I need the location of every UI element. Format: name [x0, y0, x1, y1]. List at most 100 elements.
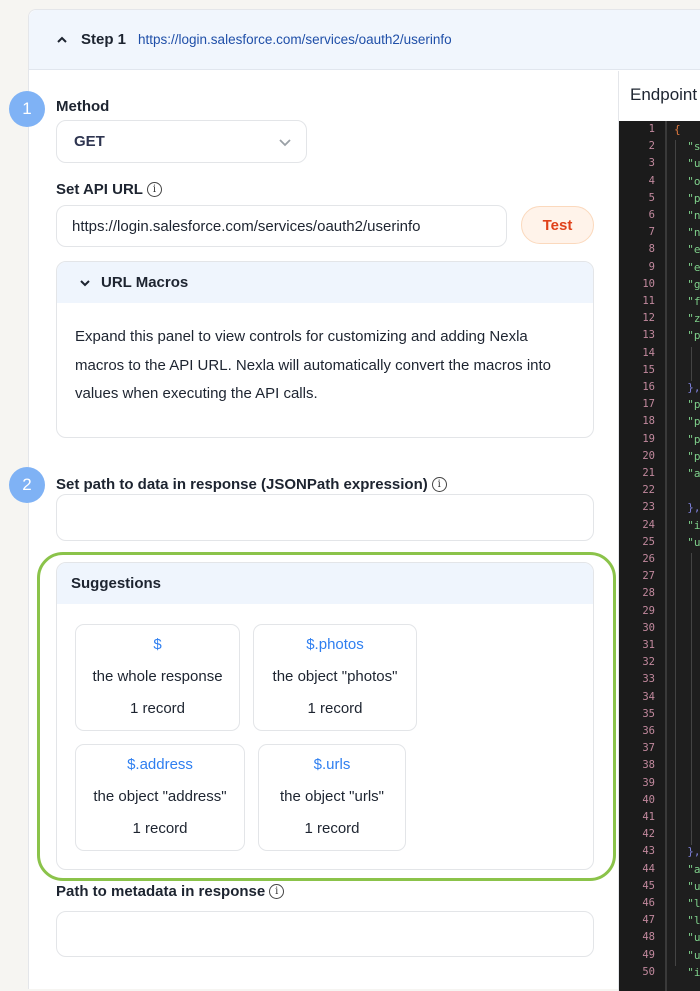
line-number: 15	[642, 363, 655, 376]
code-line: "u	[674, 879, 700, 893]
metadata-path-label-text: Path to metadata in response	[56, 883, 266, 900]
test-button[interactable]: Test	[521, 206, 594, 244]
code-line: "	[674, 777, 700, 790]
line-number: 27	[642, 570, 655, 583]
endpoint-panel: Endpoint 1 2 3 4 5 6 7 8 9 10 11 12 13 14 15 16 17 18 19 20…	[618, 71, 700, 991]
api-url-label: Set API URL i	[56, 181, 162, 198]
line-number: 18	[642, 415, 655, 428]
response-code-editor[interactable]: 1 2 3 4 5 6 7 8 9 10 11 12 13 14 15 16 17 18 19 20 21 22 23 24 2…	[619, 121, 700, 991]
code-line: "u	[674, 931, 700, 945]
code-line: "	[674, 622, 700, 635]
step-panel: Step 1 https://login.salesforce.com/serv…	[9, 9, 700, 991]
suggestion-path: $.urls	[313, 756, 351, 773]
code-line: "	[674, 725, 700, 738]
code-line: "u	[674, 157, 700, 171]
line-number: 37	[642, 742, 655, 755]
step-number-badge: 2	[9, 467, 45, 503]
suggestions-title: Suggestions	[57, 563, 593, 604]
code-line: "p	[674, 449, 700, 463]
line-number: 28	[642, 587, 655, 600]
code-line: "l	[674, 914, 700, 928]
line-number: 19	[642, 432, 655, 445]
code-line: "	[674, 708, 700, 721]
code-line: "p	[674, 329, 700, 343]
code-line: "	[674, 587, 700, 600]
line-number: 34	[642, 690, 655, 703]
metadata-path-input[interactable]	[56, 911, 594, 957]
code-line: "	[674, 639, 700, 652]
line-number: 5	[648, 191, 655, 204]
line-number: 14	[642, 346, 655, 359]
line-number: 22	[642, 484, 655, 497]
api-url-input[interactable]: https://login.salesforce.com/services/oa…	[56, 205, 507, 247]
suggestion-records: 1 record	[129, 700, 186, 717]
line-number: 40	[642, 793, 655, 806]
indent-guide	[675, 140, 676, 966]
line-number: 20	[642, 449, 655, 462]
method-label: Method	[56, 98, 110, 115]
code-line: "o	[674, 174, 700, 188]
info-icon[interactable]: i	[269, 884, 285, 899]
suggestion-card[interactable]: $.photos the object "photos" 1 record	[253, 624, 417, 731]
chevron-up-icon[interactable]	[55, 33, 69, 47]
code-line: "z	[674, 312, 700, 326]
url-macros-description: Expand this panel to view controls for c…	[75, 328, 552, 402]
line-number: 49	[642, 948, 655, 961]
code-line: "	[674, 691, 700, 704]
suggestion-card[interactable]: $ the whole response 1 record	[75, 624, 240, 731]
line-number: 35	[642, 707, 655, 720]
code-line: "u	[674, 535, 700, 549]
line-number: 41	[642, 811, 655, 823]
line-number: 26	[642, 553, 655, 565]
line-number: 42	[642, 828, 655, 841]
chevron-down-icon	[279, 139, 291, 147]
step-title: Step 1	[81, 31, 127, 48]
metadata-path-label: Path to metadata in response i	[56, 883, 285, 900]
code-line: {	[674, 123, 681, 136]
suggestions-panel: Suggestions $ the whole response 1 recor…	[56, 562, 594, 870]
line-number: 9	[648, 260, 655, 273]
suggestion-card[interactable]: $.address the object "address" 1 record	[75, 744, 245, 851]
code-line: "	[674, 794, 700, 807]
line-number: 12	[642, 312, 655, 325]
line-number: 11	[642, 295, 655, 307]
info-icon[interactable]: i	[431, 477, 447, 492]
chevron-down-icon	[80, 279, 90, 286]
suggestion-description: the object "address"	[93, 788, 227, 805]
line-number: 2	[648, 140, 655, 153]
line-number: 3	[648, 157, 655, 170]
method-value: GET	[74, 133, 105, 150]
line-number: 25	[642, 535, 655, 548]
line-number: 4	[648, 174, 655, 187]
code-line: "	[674, 742, 700, 755]
line-number: 32	[642, 656, 655, 669]
suggestion-card[interactable]: $.urls the object "urls" 1 record	[258, 744, 406, 851]
data-path-input[interactable]	[56, 494, 594, 541]
line-number: 46	[642, 897, 655, 909]
code-line: "f	[674, 295, 700, 308]
code-line: "	[674, 570, 700, 583]
suggestion-path: $	[153, 636, 162, 653]
line-number: 47	[642, 914, 655, 927]
method-select[interactable]: GET	[56, 120, 307, 163]
line-number-gutter: 1 2 3 4 5 6 7 8 9 10 11 12 13 14 15 16 17 18 19 20 21 22 23 24 2…	[619, 121, 667, 991]
step-url[interactable]: https://login.salesforce.com/services/oa…	[138, 32, 452, 47]
suggestion-records: 1 record	[304, 820, 360, 837]
code-line: "g	[674, 277, 700, 291]
url-macros-header[interactable]: URL Macros	[57, 262, 593, 303]
line-number: 24	[642, 518, 655, 531]
line-number: 38	[642, 759, 655, 772]
info-icon[interactable]: i	[146, 182, 162, 197]
url-macros-title: URL Macros	[101, 274, 189, 291]
line-number: 29	[642, 604, 655, 617]
line-number: 7	[648, 226, 655, 239]
url-macros-panel: URL Macros Expand this panel to view con…	[56, 261, 594, 438]
suggestion-path: $.photos	[306, 636, 364, 653]
indent-guide	[691, 346, 692, 381]
data-path-label-text: Set path to data in response (JSONPath e…	[56, 476, 428, 493]
line-number: 45	[642, 879, 655, 892]
line-number: 17	[642, 398, 655, 411]
code-line: "a	[674, 862, 700, 876]
step-header[interactable]: Step 1 https://login.salesforce.com/serv…	[29, 10, 700, 70]
line-number: 44	[642, 862, 655, 875]
